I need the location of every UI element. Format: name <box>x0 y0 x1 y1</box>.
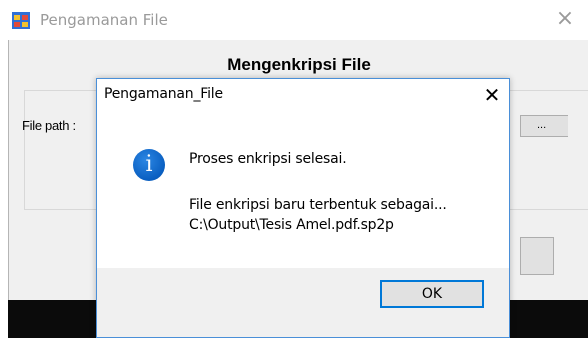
dialog-button-bar: OK <box>97 268 509 337</box>
main-close-button[interactable]: × <box>552 8 578 32</box>
dialog-title: Pengamanan_File <box>104 86 223 102</box>
message-line-status: Proses enkripsi selesai. <box>189 151 347 167</box>
message-line-path: C:\Output\Tesis Amel.pdf.sp2p <box>189 217 394 233</box>
info-icon: i <box>133 149 165 181</box>
process-button[interactable] <box>520 237 554 275</box>
page-heading: Mengenkripsi File <box>227 55 371 74</box>
app-icon <box>12 12 30 29</box>
message-dialog: Pengamanan_File ✕ i Proses enkripsi sele… <box>96 78 510 338</box>
message-line-created: File enkripsi baru terbentuk sebagai... <box>189 197 447 213</box>
browse-button[interactable]: ... <box>520 115 568 137</box>
main-title-bar: Pengamanan File × <box>0 0 588 40</box>
dialog-close-button[interactable]: ✕ <box>480 83 504 107</box>
file-path-label: File path : <box>22 118 76 133</box>
ok-button[interactable]: OK <box>380 280 484 308</box>
main-window-title: Pengamanan File <box>40 11 168 29</box>
